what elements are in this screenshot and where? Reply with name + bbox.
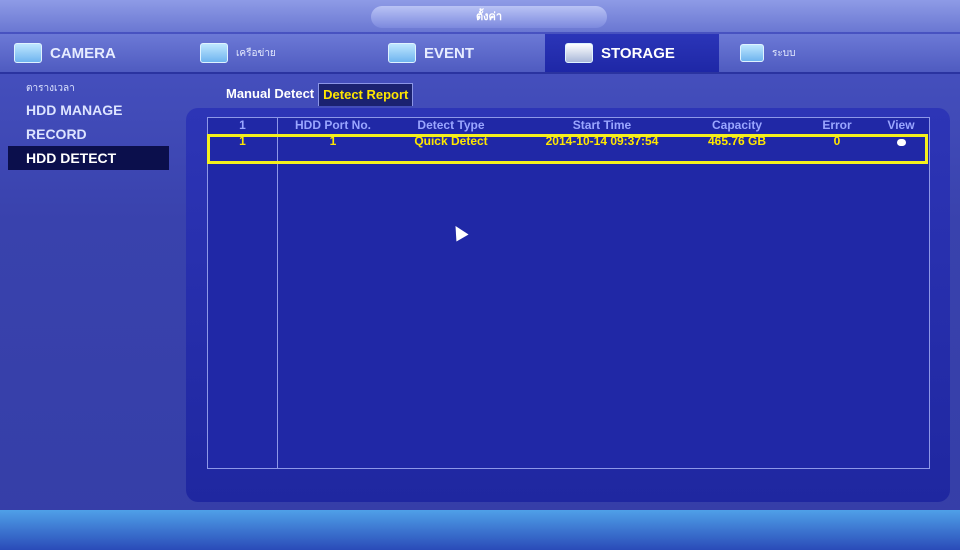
menu-item-hdd-manage[interactable]: HDD MANAGE — [8, 98, 173, 122]
event-icon — [388, 43, 416, 63]
system-icon — [740, 44, 764, 62]
left-menu: ตารางเวลา HDD MANAGE RECORD HDD DETECT — [8, 80, 173, 170]
tab-event[interactable]: EVENT — [388, 34, 538, 72]
sub-tabs: Manual Detect Detect Report — [222, 83, 414, 107]
tab-storage-label: STORAGE — [601, 44, 675, 62]
tab-system[interactable]: ระบบ — [740, 34, 890, 72]
title-bar: ตั้งค่า — [0, 0, 960, 32]
tab-manual-detect[interactable]: Manual Detect — [222, 83, 318, 105]
header-start-time: Start Time — [572, 118, 632, 132]
window-title: ตั้งค่า — [371, 6, 607, 28]
menu-item-hdd-detect[interactable]: HDD DETECT — [8, 146, 169, 170]
camera-icon — [14, 43, 42, 63]
tab-event-label: EVENT — [424, 44, 475, 62]
tab-camera-label: CAMERA — [50, 44, 116, 62]
header-view: View — [887, 118, 915, 132]
table-header: 1 HDD Port No. Detect Type Start Time Ca… — [208, 118, 929, 132]
column-divider — [277, 118, 278, 468]
tab-network-label: เครือข่าย — [236, 47, 276, 59]
menu-item-record[interactable]: RECORD — [8, 122, 173, 146]
main-tabs: CAMERA เครือข่าย EVENT STORAGE ระบบ — [0, 34, 960, 74]
storage-icon — [565, 43, 593, 63]
header-capacity: Capacity — [711, 118, 763, 132]
network-icon — [200, 43, 228, 63]
header-type: Detect Type — [417, 118, 485, 132]
header-index: 1 — [239, 118, 246, 132]
detect-report-table: 1 HDD Port No. Detect Type Start Time Ca… — [207, 117, 930, 469]
tab-camera[interactable]: CAMERA — [14, 34, 174, 72]
row-highlight-box — [207, 134, 928, 164]
tab-detect-report[interactable]: Detect Report — [318, 83, 414, 106]
screen: ตั้งค่า CAMERA เครือข่าย EVENT STORAGE ร… — [0, 0, 960, 550]
menu-item-schedule[interactable]: ตารางเวลา — [8, 80, 173, 98]
header-error: Error — [822, 118, 852, 132]
clock-overlay — [610, 538, 955, 550]
tab-network[interactable]: เครือข่าย — [200, 34, 350, 72]
tab-storage[interactable]: STORAGE — [545, 34, 719, 72]
header-port: HDD Port No. — [295, 118, 371, 132]
tab-system-label: ระบบ — [772, 47, 796, 59]
